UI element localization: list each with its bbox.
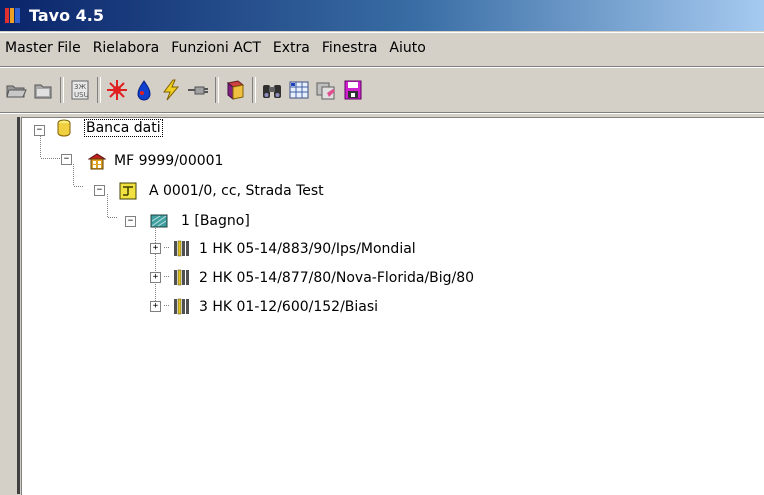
toolbar-separator (215, 77, 219, 103)
book-icon[interactable] (223, 78, 247, 102)
panel-border (17, 117, 20, 494)
collapse-toggle[interactable]: − (94, 185, 105, 196)
app-icon[interactable] (3, 6, 23, 26)
toolbar: ЗЖ USU (0, 71, 764, 109)
room-icon (150, 212, 168, 230)
open-folder-icon[interactable] (4, 78, 28, 102)
tree-label-radiator[interactable]: 3 HK 01-12/600/152/Biasi (199, 299, 378, 315)
toolbar-separator (252, 77, 256, 103)
copy-icon[interactable] (314, 78, 338, 102)
folder-icon[interactable] (31, 78, 55, 102)
divider (0, 113, 764, 114)
expand-toggle[interactable]: + (150, 272, 161, 283)
tree-line (155, 224, 156, 308)
tree-node-room[interactable]: − 1 [Bagno] (22, 211, 282, 233)
window-title: Tavo 4.5 (29, 6, 104, 25)
tree-node-radiator[interactable]: + 2 HK 05-14/877/80/Nova-Florida/Big/80 (22, 268, 582, 290)
radiator-icon (172, 239, 190, 257)
menu-rielabora[interactable]: Rielabora (88, 40, 167, 56)
collapse-toggle[interactable]: − (61, 154, 72, 165)
tree-label-room[interactable]: 1 [Bagno] (181, 213, 250, 229)
spreadsheet-icon[interactable] (287, 78, 311, 102)
tree-node-radiator[interactable]: + 3 HK 01-12/600/152/Biasi (22, 297, 522, 319)
tree-label-apartment[interactable]: A 0001/0, cc, Strada Test (149, 183, 324, 199)
collapse-toggle[interactable]: − (34, 125, 45, 136)
tree-node-apartment[interactable]: − A 0001/0, cc, Strada Test (22, 181, 382, 203)
lightning-icon[interactable] (159, 78, 183, 102)
collapse-toggle[interactable]: − (125, 216, 136, 227)
binoculars-icon[interactable] (260, 78, 284, 102)
svg-text:ЗЖ: ЗЖ (74, 83, 86, 91)
blue-drop-icon[interactable] (132, 78, 156, 102)
floorplan-icon (119, 182, 137, 200)
tree-label-root[interactable]: Banca dati (84, 119, 163, 137)
menu-aiuto[interactable]: Aiuto (384, 40, 432, 56)
building-icon (87, 152, 107, 170)
save-disk-icon[interactable] (341, 78, 365, 102)
radiator-icon (172, 297, 190, 315)
tree-label-radiator[interactable]: 1 HK 05-14/883/90/Ips/Mondial (199, 241, 416, 257)
menu-funzioni-act[interactable]: Funzioni ACT (166, 40, 268, 56)
tree-node-master-file[interactable]: − MF 9999/00001 (22, 151, 282, 173)
tree-label-radiator[interactable]: 2 HK 05-14/877/80/Nova-Florida/Big/80 (199, 270, 474, 286)
toolbar-separator (97, 77, 101, 103)
radiator-icon (172, 268, 190, 286)
tree-view[interactable]: − Banca dati − MF 9999/00001 − A 0001/0,… (21, 117, 764, 495)
title-bar: Tavo 4.5 (0, 0, 764, 31)
tree-label-master-file[interactable]: MF 9999/00001 (114, 153, 223, 169)
menu-finestra[interactable]: Finestra (317, 40, 385, 56)
toolbar-separator (60, 77, 64, 103)
menu-bar: Master File Rielabora Funzioni ACT Extra… (0, 33, 764, 63)
expand-toggle[interactable]: + (150, 243, 161, 254)
expand-toggle[interactable]: + (150, 301, 161, 312)
plug-icon[interactable] (186, 78, 210, 102)
divider (0, 67, 764, 68)
svg-text:USU: USU (74, 91, 89, 99)
database-icon (55, 119, 73, 137)
sun-icon[interactable] (105, 78, 129, 102)
tree-node-radiator[interactable]: + 1 HK 05-14/883/90/Ips/Mondial (22, 239, 522, 261)
tree-node-root[interactable]: − Banca dati (22, 118, 222, 140)
menu-master-file[interactable]: Master File (0, 40, 88, 56)
units-icon[interactable]: ЗЖ USU (68, 78, 92, 102)
menu-extra[interactable]: Extra (268, 40, 317, 56)
